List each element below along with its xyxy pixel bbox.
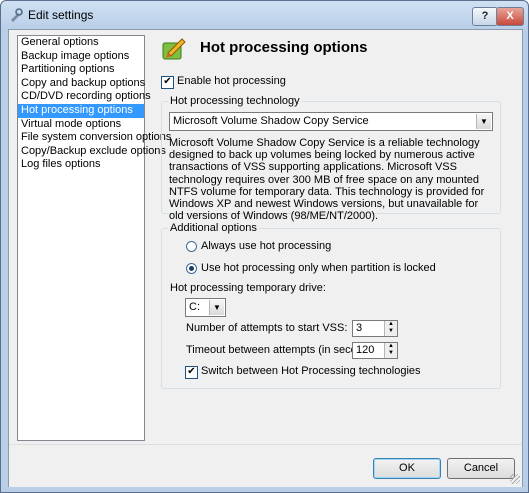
nav-item-backup-image[interactable]: Backup image options [18, 50, 144, 64]
settings-icon [11, 8, 23, 22]
nav-item-partitioning[interactable]: Partitioning options [18, 63, 144, 77]
technology-dropdown-value: Microsoft Volume Shadow Copy Service [173, 115, 369, 127]
ok-button[interactable]: OK [373, 458, 441, 479]
timeout-value: 120 [356, 344, 375, 356]
settings-category-list[interactable]: General options Backup image options Par… [17, 35, 171, 441]
temp-drive-label: Hot processing temporary drive: [170, 282, 326, 294]
spinner-arrows-icon[interactable]: ▲ ▼ [384, 321, 397, 336]
nav-item-fs-conversion[interactable]: File system conversion options [18, 131, 171, 145]
additional-options-title: Additional options [168, 222, 259, 234]
nav-item-general[interactable]: General options [18, 36, 144, 50]
switch-technologies-label: Switch between Hot Processing technologi… [201, 365, 421, 377]
nav-item-virtual-mode[interactable]: Virtual mode options [18, 118, 144, 132]
radio-locked-label: Use hot processing only when partition i… [201, 262, 436, 274]
title-bar[interactable]: Edit settings ? X [1, 1, 528, 29]
edit-settings-window: Edit settings ? X General options Backup… [0, 0, 529, 493]
nav-item-hot-processing[interactable]: Hot processing options [18, 103, 144, 118]
page-title: Hot processing options [200, 39, 368, 56]
attempts-label: Number of attempts to start VSS: [186, 322, 348, 334]
attempts-spinner[interactable]: 3 ▲ ▼ [352, 320, 398, 337]
nav-item-exclude[interactable]: Copy/Backup exclude options [18, 145, 166, 159]
switch-technologies-checkbox[interactable]: ✔ [185, 366, 198, 379]
enable-hot-processing-label: Enable hot processing [177, 75, 286, 87]
temp-drive-value: C: [189, 301, 200, 313]
resize-grip-icon[interactable] [510, 474, 520, 484]
close-button[interactable]: X [496, 7, 524, 26]
nav-item-cd-dvd[interactable]: CD/DVD recording options [18, 90, 151, 104]
technology-dropdown[interactable]: Microsoft Volume Shadow Copy Service ▼ [169, 112, 493, 131]
help-button[interactable]: ? [472, 7, 498, 26]
hot-processing-icon [162, 38, 186, 60]
spinner-arrows-icon[interactable]: ▲ ▼ [384, 343, 397, 358]
cancel-button[interactable]: Cancel [447, 458, 515, 479]
radio-always-hot-processing[interactable] [186, 241, 197, 252]
dialog-footer [9, 444, 522, 487]
nav-item-log-files[interactable]: Log files options [18, 158, 144, 172]
nav-item-copy-backup[interactable]: Copy and backup options [18, 77, 145, 91]
radio-locked-only[interactable] [186, 263, 197, 274]
enable-hot-processing-checkbox[interactable]: ✔ [161, 76, 174, 89]
radio-always-label: Always use hot processing [201, 240, 332, 252]
technology-description: Microsoft Volume Shadow Copy Service is … [169, 137, 485, 223]
window-title: Edit settings [28, 8, 94, 22]
dialog-body: General options Backup image options Par… [8, 29, 523, 487]
temp-drive-dropdown[interactable]: C: ▼ [185, 298, 226, 317]
technology-group-title: Hot processing technology [168, 95, 302, 107]
attempts-value: 3 [356, 322, 363, 334]
timeout-spinner[interactable]: 120 ▲ ▼ [352, 342, 398, 359]
chevron-down-icon: ▼ [476, 114, 491, 129]
chevron-down-icon: ▼ [209, 300, 224, 315]
